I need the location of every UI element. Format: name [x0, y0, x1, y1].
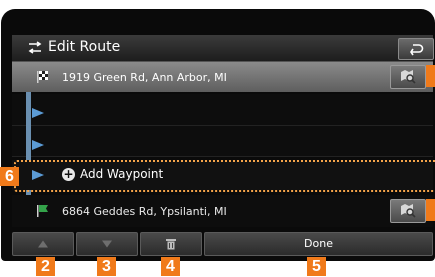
callout-number-4: 4 [161, 257, 180, 276]
green-flag-icon [37, 205, 48, 217]
done-label: Done [304, 237, 333, 250]
checkered-flag-icon [37, 71, 48, 83]
triangle-up-icon [38, 240, 48, 248]
destination-map-button[interactable] [390, 199, 426, 223]
done-button[interactable]: Done [204, 232, 433, 256]
callout-number-2: 2 [36, 257, 55, 276]
triangle-down-icon [102, 240, 112, 248]
destination-row[interactable]: 6864 Geddes Rd, Ypsilanti, MI [12, 195, 435, 227]
page-title: Edit Route [48, 39, 121, 55]
start-map-button[interactable] [390, 65, 426, 89]
map-search-icon [401, 204, 416, 218]
bottom-toolbar: Done [12, 232, 433, 256]
waypoint-row-empty [12, 126, 433, 157]
callout-marker [426, 65, 435, 87]
back-button[interactable] [398, 38, 434, 60]
waypoint-marker-icon [32, 140, 44, 150]
title-bar: Edit Route [12, 35, 434, 62]
start-address: 1919 Green Rd, Ann Arbor, MI [62, 71, 227, 84]
trash-icon [166, 239, 176, 250]
delete-button[interactable] [140, 232, 202, 256]
waypoint-row-empty [12, 94, 433, 126]
back-arrow-icon [410, 44, 424, 56]
move-down-button[interactable] [76, 232, 138, 256]
highlight-frame [14, 160, 435, 192]
callout-number-6: 6 [0, 167, 19, 186]
destination-address: 6864 Geddes Rd, Ypsilanti, MI [62, 205, 227, 218]
callout-number-3: 3 [97, 257, 116, 276]
waypoint-marker-icon [32, 108, 44, 118]
screenshot: Edit Route 1919 Green Rd, Ann Arbor, MI [0, 0, 435, 277]
start-point-row[interactable]: 1919 Green Rd, Ann Arbor, MI [12, 62, 435, 92]
move-up-button[interactable] [12, 232, 74, 256]
map-search-icon [401, 70, 416, 84]
callout-number-5: 5 [307, 257, 326, 276]
edit-route-icon [28, 41, 42, 54]
route-list: 1919 Green Rd, Ann Arbor, MI + Add Waypo… [12, 62, 435, 229]
callout-marker [426, 199, 435, 221]
